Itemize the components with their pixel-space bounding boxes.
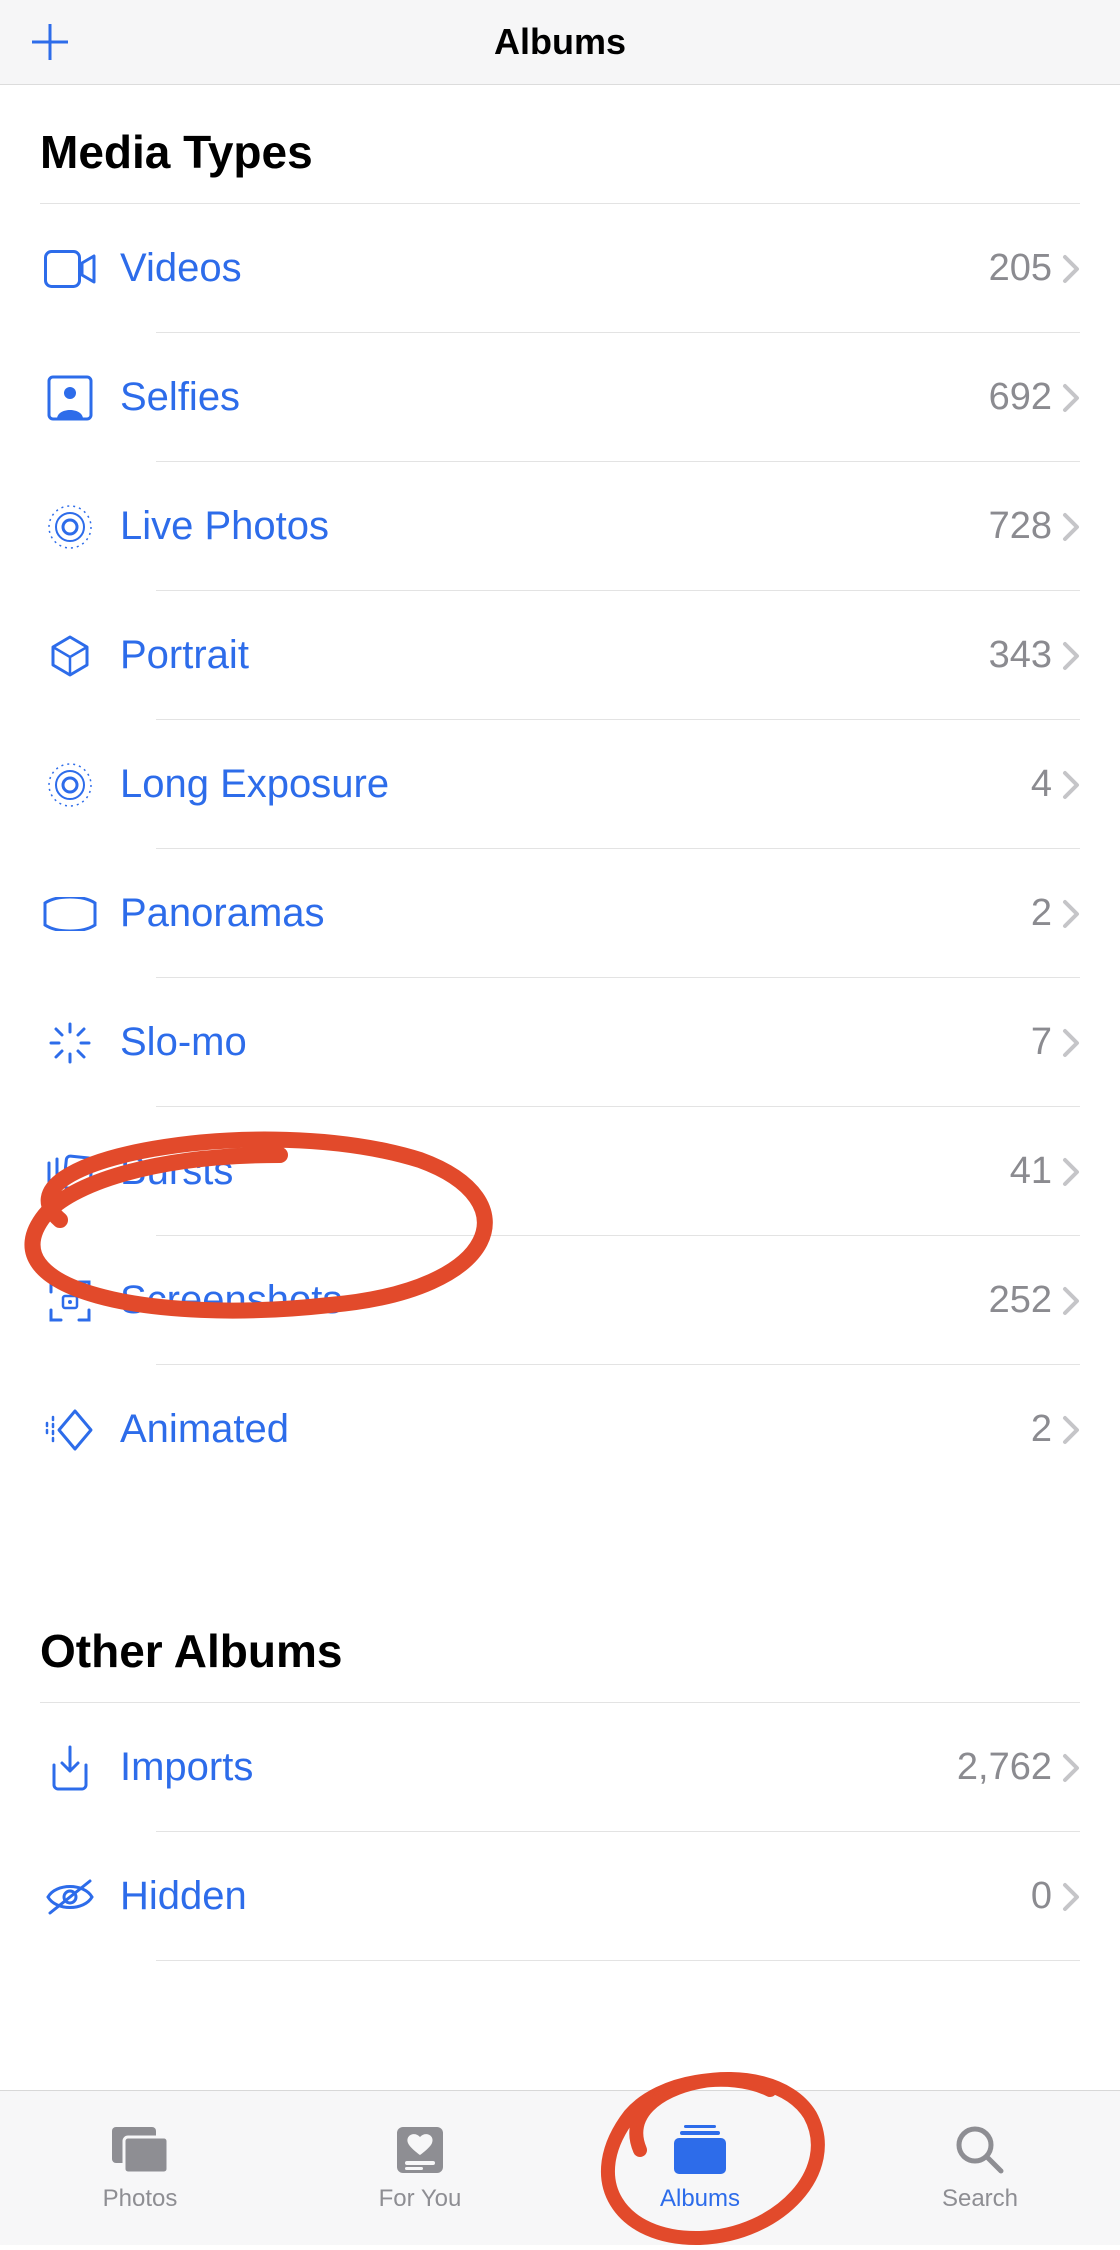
- chevron-right-icon: [1062, 512, 1080, 542]
- row-label: Bursts: [120, 1149, 1010, 1194]
- tab-for-you[interactable]: For You: [280, 2091, 560, 2245]
- row-count: 692: [989, 376, 1052, 419]
- row-videos[interactable]: Videos 205: [40, 204, 1080, 333]
- row-slo-mo[interactable]: Slo-mo 7: [40, 978, 1080, 1107]
- for-you-icon: [393, 2123, 447, 2177]
- section-media-types: Media Types Videos 205 Selfies 692 Live …: [0, 85, 1120, 1494]
- chevron-right-icon: [1062, 254, 1080, 284]
- chevron-right-icon: [1062, 641, 1080, 671]
- row-count: 0: [1031, 1875, 1052, 1918]
- chevron-right-icon: [1062, 899, 1080, 929]
- chevron-right-icon: [1062, 1415, 1080, 1445]
- tab-search[interactable]: Search: [840, 2091, 1120, 2245]
- row-count: 41: [1010, 1150, 1052, 1193]
- row-label: Long Exposure: [120, 762, 1031, 807]
- bursts-icon: [40, 1149, 100, 1195]
- row-count: 7: [1031, 1021, 1052, 1064]
- photos-icon: [108, 2123, 172, 2177]
- row-label: Hidden: [120, 1874, 1031, 1919]
- row-count: 728: [989, 505, 1052, 548]
- video-icon: [40, 250, 100, 288]
- section-other-albums: Other Albums Imports 2,762 Hidden 0: [0, 1584, 1120, 1961]
- row-label: Screenshots: [120, 1278, 989, 1323]
- row-count: 205: [989, 247, 1052, 290]
- row-count: 2,762: [957, 1746, 1052, 1789]
- row-count: 2: [1031, 892, 1052, 935]
- row-panoramas[interactable]: Panoramas 2: [40, 849, 1080, 978]
- tab-label: For You: [379, 2185, 462, 2213]
- chevron-right-icon: [1062, 1028, 1080, 1058]
- tab-photos[interactable]: Photos: [0, 2091, 280, 2245]
- section-header-other-albums: Other Albums: [40, 1584, 1080, 1703]
- selfie-icon: [40, 375, 100, 421]
- row-live-photos[interactable]: Live Photos 728: [40, 462, 1080, 591]
- chevron-right-icon: [1062, 1286, 1080, 1316]
- row-label: Selfies: [120, 375, 989, 420]
- row-label: Imports: [120, 1745, 957, 1790]
- row-bursts[interactable]: Bursts 41: [40, 1107, 1080, 1236]
- row-count: 343: [989, 634, 1052, 677]
- hidden-icon: [40, 1877, 100, 1917]
- panorama-icon: [40, 897, 100, 931]
- search-icon: [953, 2123, 1007, 2177]
- page-title: Albums: [494, 21, 626, 63]
- screenshots-icon: [40, 1278, 100, 1324]
- row-selfies[interactable]: Selfies 692: [40, 333, 1080, 462]
- tab-label: Photos: [103, 2185, 178, 2213]
- plus-icon: [30, 22, 70, 62]
- add-button[interactable]: [30, 22, 70, 62]
- row-label: Animated: [120, 1407, 1031, 1452]
- row-screenshots[interactable]: Screenshots 252: [40, 1236, 1080, 1365]
- row-count: 252: [989, 1279, 1052, 1322]
- row-label: Slo-mo: [120, 1020, 1031, 1065]
- row-count: 4: [1031, 763, 1052, 806]
- tab-label: Albums: [660, 2185, 740, 2213]
- albums-icon: [668, 2123, 732, 2177]
- animated-icon: [40, 1407, 100, 1453]
- section-header-media-types: Media Types: [40, 85, 1080, 204]
- row-imports[interactable]: Imports 2,762: [40, 1703, 1080, 1832]
- row-label: Videos: [120, 246, 989, 291]
- row-long-exposure[interactable]: Long Exposure 4: [40, 720, 1080, 849]
- row-label: Portrait: [120, 633, 989, 678]
- tab-label: Search: [942, 2185, 1018, 2213]
- row-animated[interactable]: Animated 2: [40, 1365, 1080, 1494]
- chevron-right-icon: [1062, 770, 1080, 800]
- long-exposure-icon: [40, 762, 100, 808]
- chevron-right-icon: [1062, 1882, 1080, 1912]
- navbar: Albums: [0, 0, 1120, 85]
- chevron-right-icon: [1062, 1753, 1080, 1783]
- row-label: Live Photos: [120, 504, 989, 549]
- imports-icon: [40, 1745, 100, 1791]
- row-portrait[interactable]: Portrait 343: [40, 591, 1080, 720]
- row-hidden[interactable]: Hidden 0: [40, 1832, 1080, 1961]
- chevron-right-icon: [1062, 383, 1080, 413]
- row-count: 2: [1031, 1408, 1052, 1451]
- portrait-icon: [40, 633, 100, 679]
- chevron-right-icon: [1062, 1157, 1080, 1187]
- tab-albums[interactable]: Albums: [560, 2091, 840, 2245]
- live-photos-icon: [40, 504, 100, 550]
- tabbar: Photos For You Albums Search: [0, 2090, 1120, 2245]
- slomo-icon: [40, 1020, 100, 1066]
- row-label: Panoramas: [120, 891, 1031, 936]
